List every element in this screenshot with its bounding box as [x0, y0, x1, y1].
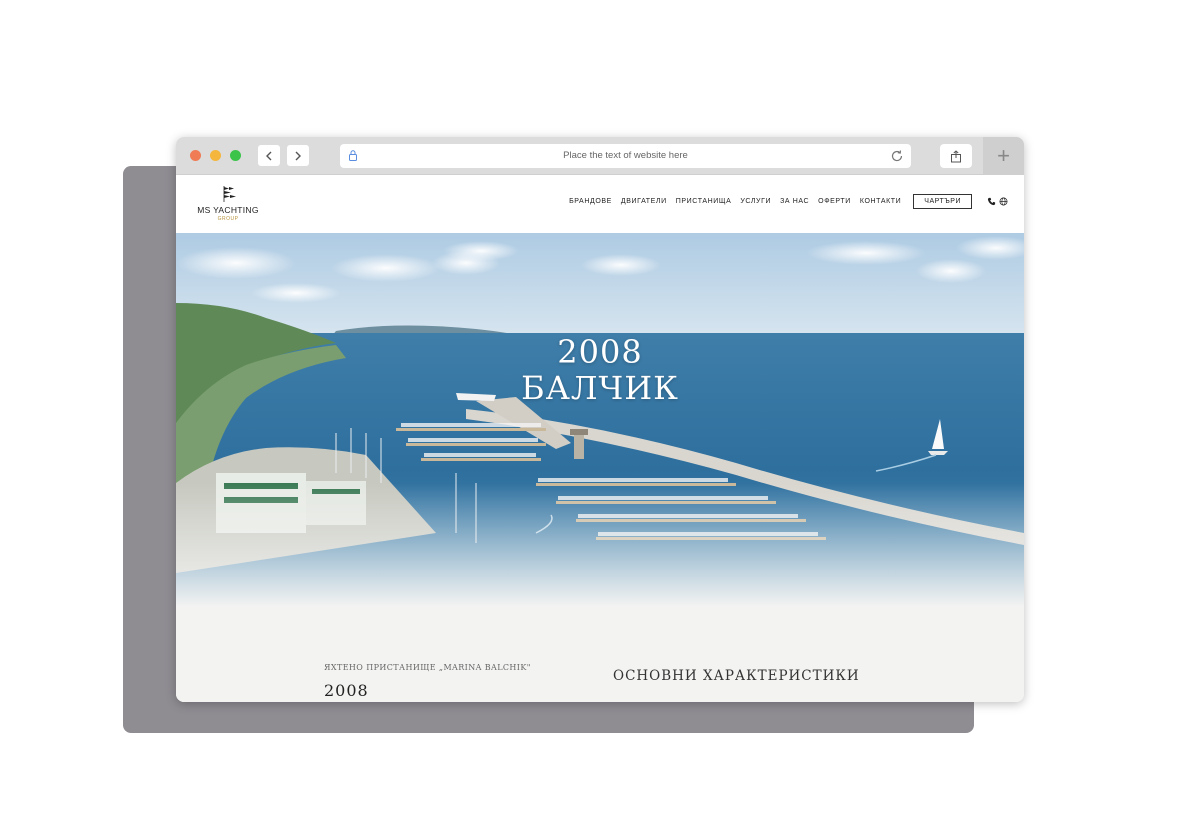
- share-icon: [951, 149, 961, 162]
- menu-item-contacts[interactable]: КОНТАКТИ: [860, 198, 901, 205]
- menu-item-engines[interactable]: ДВИГАТЕЛИ: [621, 198, 667, 205]
- maximize-window-button[interactable]: [230, 150, 241, 161]
- marina-name-label: ЯХТЕНО ПРИСТАНИЩЕ „MARINA BALCHIK": [324, 663, 531, 672]
- marina-aerial-image: [176, 233, 1024, 607]
- share-button[interactable]: [940, 144, 972, 168]
- logo-subtext: GROUP: [217, 216, 239, 222]
- menu-item-brands[interactable]: БРАНДОВЕ: [569, 198, 612, 205]
- marina-info-section: ЯХТЕНО ПРИСТАНИЩЕ „MARINA BALCHIK" 2008 …: [176, 607, 1024, 702]
- hero-banner: 2008 БАЛЧИК: [176, 233, 1024, 607]
- chevron-left-icon: [266, 151, 272, 160]
- browser-window: Place the text of website here + MS YACH…: [176, 137, 1024, 702]
- menu-item-about[interactable]: ЗА НАС: [780, 198, 809, 205]
- back-button[interactable]: [258, 145, 280, 166]
- site-header: MS YACHTING GROUP БРАНДОВЕ ДВИГАТЕЛИ ПРИ…: [176, 175, 1024, 233]
- address-bar[interactable]: Place the text of website here: [340, 144, 911, 168]
- new-tab-button[interactable]: +: [983, 137, 1024, 175]
- menu-item-offers[interactable]: ОФЕРТИ: [818, 198, 851, 205]
- hero-year: 2008: [557, 333, 643, 371]
- reload-icon[interactable]: [889, 148, 905, 164]
- menu-item-marinas[interactable]: ПРИСТАНИЩА: [676, 198, 732, 205]
- plus-icon: +: [997, 143, 1010, 168]
- flags-logo-icon: [223, 186, 236, 202]
- chevron-right-icon: [295, 151, 301, 160]
- charters-button[interactable]: ЧАРТЪРИ: [913, 194, 972, 209]
- hero-city: БАЛЧИК: [521, 369, 679, 407]
- close-window-button[interactable]: [190, 150, 201, 161]
- browser-toolbar: Place the text of website here +: [176, 137, 1024, 175]
- characteristics-heading: ОСНОВНИ ХАРАКТЕРИСТИКИ: [613, 668, 860, 684]
- forward-button[interactable]: [287, 145, 309, 166]
- menu-item-services[interactable]: УСЛУГИ: [740, 198, 771, 205]
- marina-year: 2008: [324, 681, 369, 700]
- globe-icon[interactable]: [999, 197, 1008, 206]
- site-logo[interactable]: MS YACHTING GROUP: [188, 183, 268, 227]
- minimize-window-button[interactable]: [210, 150, 221, 161]
- main-menu: БРАНДОВЕ ДВИГАТЕЛИ ПРИСТАНИЩА УСЛУГИ ЗА …: [569, 194, 972, 209]
- phone-icon[interactable]: [987, 197, 996, 206]
- address-placeholder: Place the text of website here: [563, 150, 688, 161]
- logo-text: MS YACHTING: [197, 205, 259, 215]
